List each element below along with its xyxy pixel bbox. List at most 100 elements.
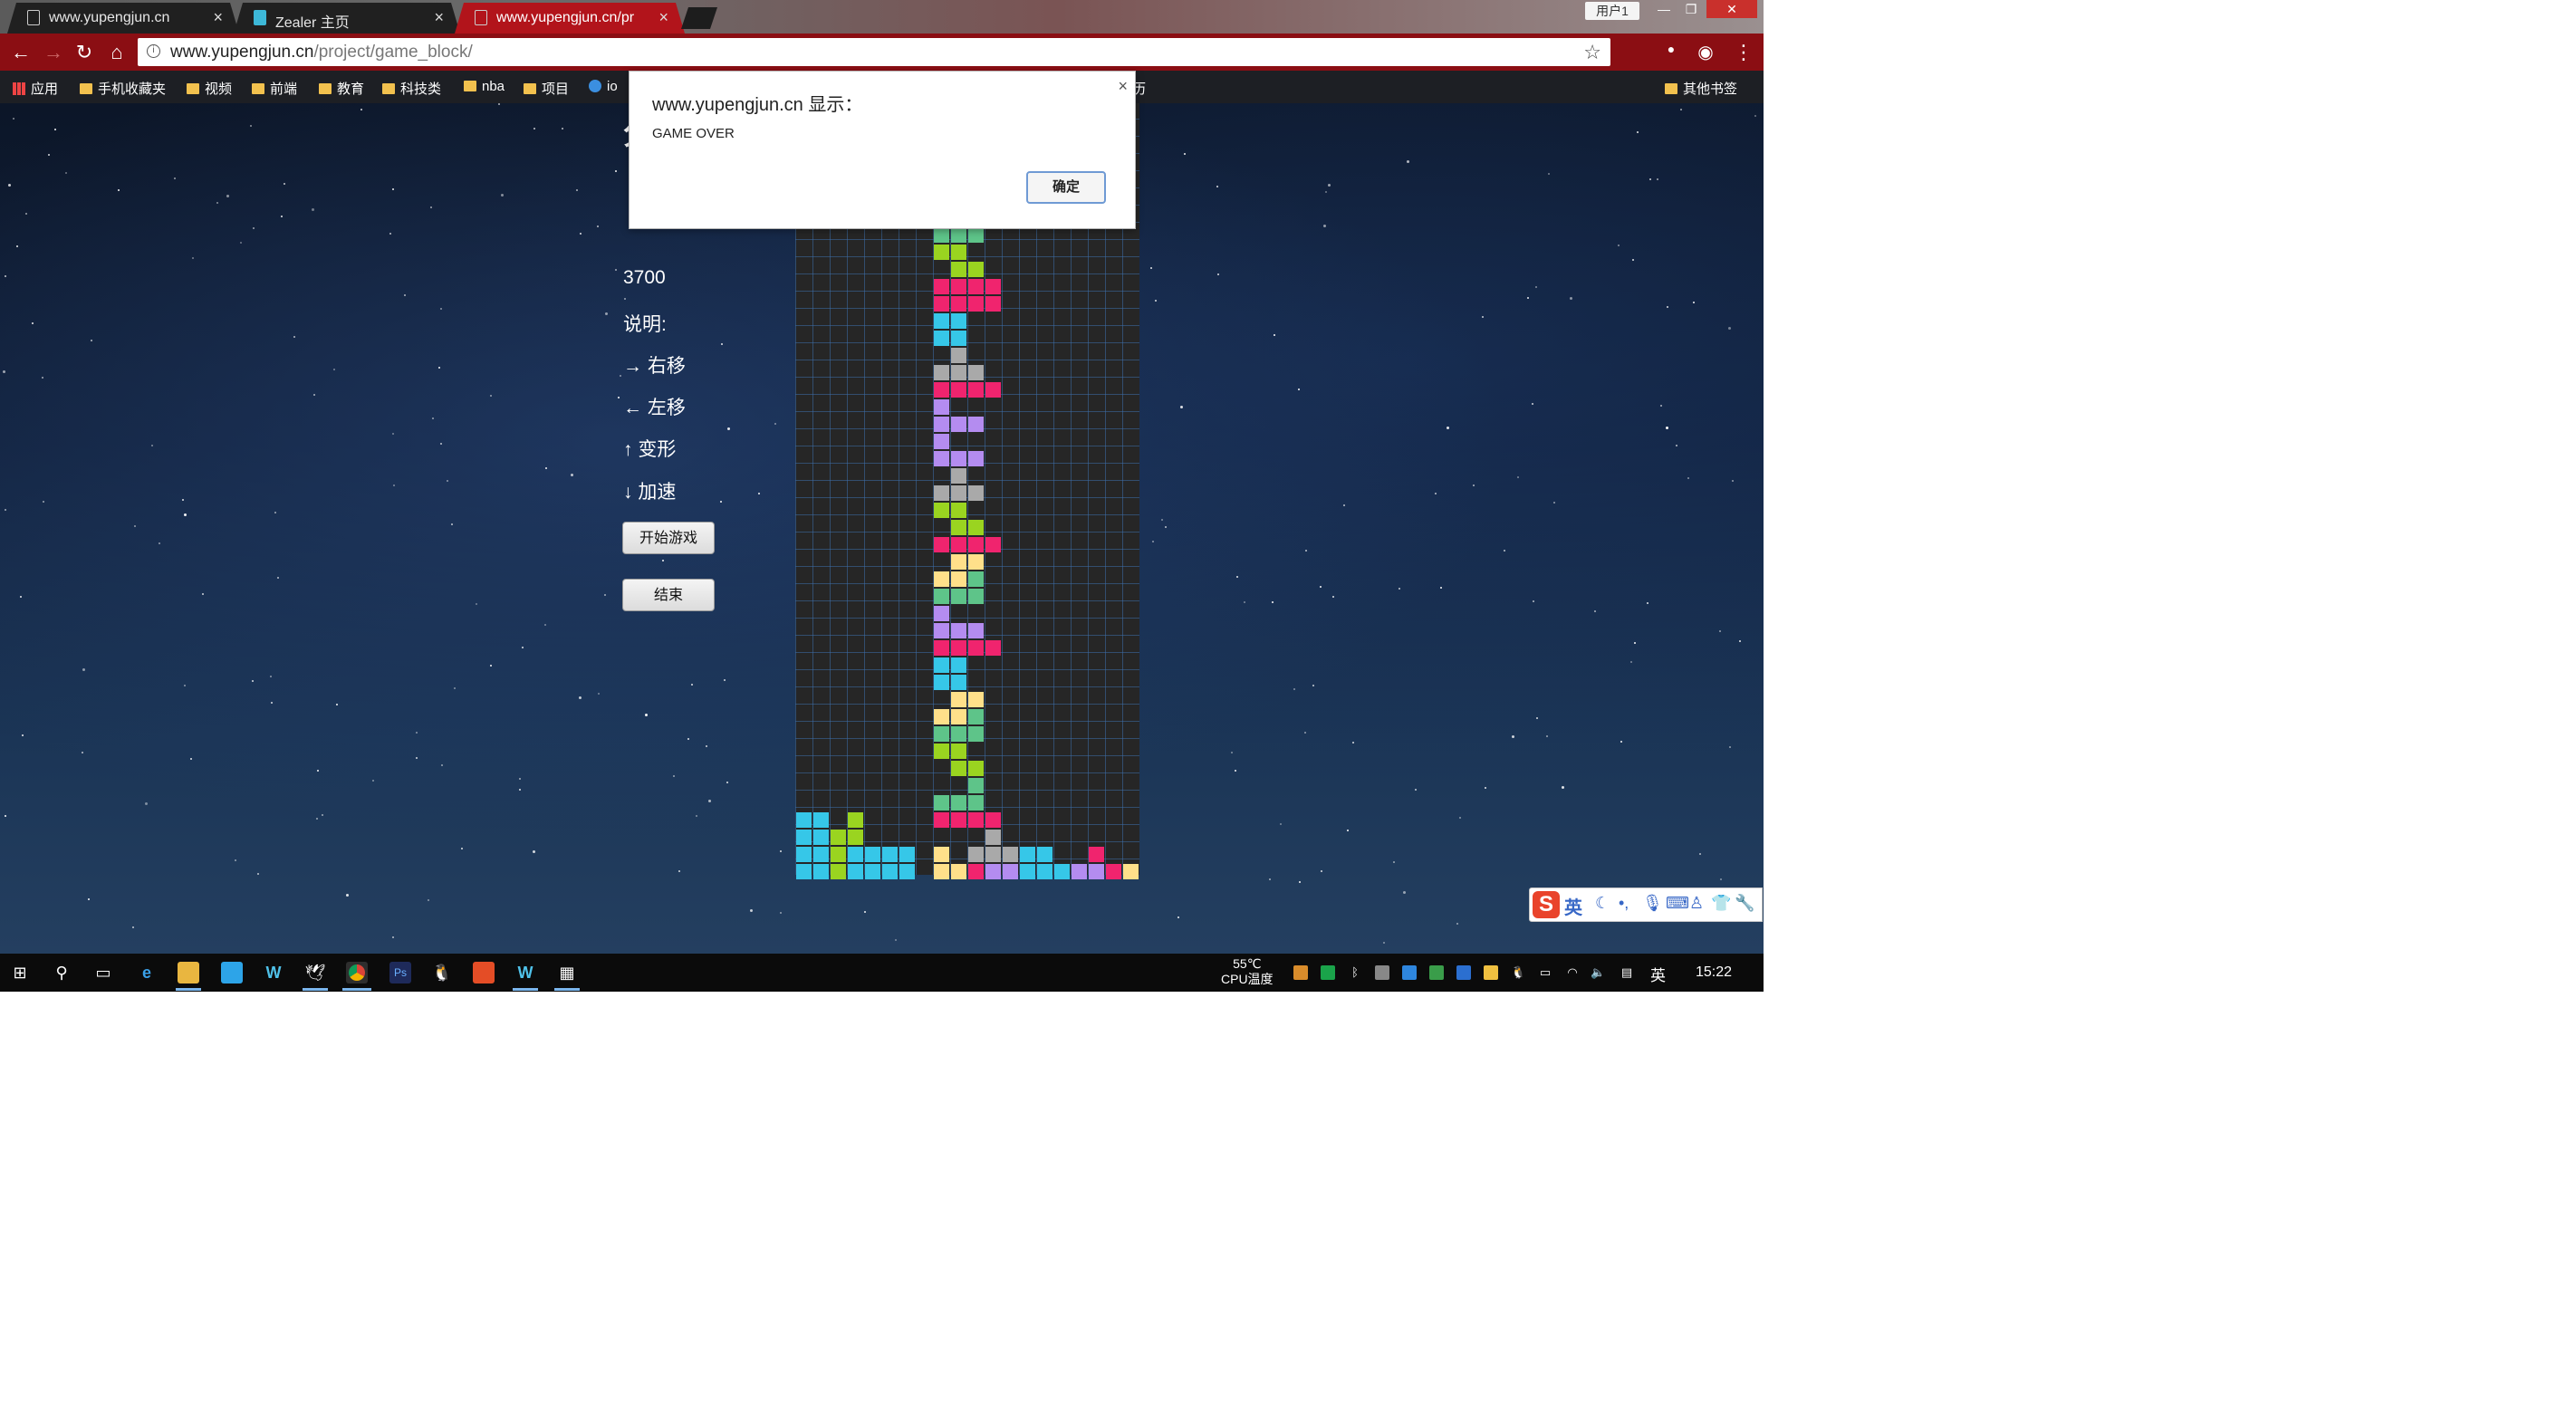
tetris-block: [968, 571, 984, 587]
end-game-button[interactable]: 结束: [622, 579, 715, 611]
home-icon[interactable]: ⌂: [105, 41, 129, 64]
edge-icon[interactable]: e: [136, 962, 158, 983]
bookmark-folder[interactable]: 项目: [524, 79, 569, 98]
ime-language[interactable]: 英: [1564, 893, 1582, 919]
skin-icon[interactable]: 👕: [1711, 894, 1731, 913]
tray-app-icon[interactable]: [1293, 965, 1308, 980]
tray-app-icon[interactable]: [1484, 965, 1498, 980]
tetris-block: [951, 623, 966, 638]
tab-game-block[interactable]: www.yupengjun.cn/pr ×: [455, 3, 685, 34]
notification-icon[interactable]: ▤: [1620, 965, 1634, 980]
extension-icon[interactable]: ●: [1659, 37, 1683, 61]
minimize-icon[interactable]: —: [1650, 0, 1677, 18]
bookmark-folder[interactable]: 视频: [187, 79, 232, 98]
ws-icon[interactable]: W: [514, 962, 536, 983]
star: [184, 513, 187, 516]
reload-icon[interactable]: ↻: [72, 41, 96, 64]
tetris-block: [934, 589, 949, 604]
photoshop-icon[interactable]: Ps: [389, 962, 411, 983]
bookmark-folder[interactable]: 科技类: [382, 79, 441, 98]
star: [1161, 519, 1163, 521]
tetris-block: [968, 537, 984, 552]
tetris-block: [951, 468, 966, 484]
star: [1269, 878, 1271, 880]
star: [1649, 178, 1651, 180]
tetris-block: [968, 279, 984, 294]
menu-icon[interactable]: ⋮: [1732, 41, 1755, 64]
search-icon[interactable]: ⚲: [51, 962, 72, 983]
ime-toolbar[interactable]: S 英 ☾ •, 🎙 ⌨ ♙ 👕 🔧: [1529, 888, 1763, 922]
bookmark-folder[interactable]: 手机收藏夹: [80, 79, 166, 98]
bookmark-folder[interactable]: 教育: [319, 79, 364, 98]
webstorm-icon[interactable]: W: [263, 962, 284, 983]
address-bar[interactable]: i www.yupengjun.cn/project/game_block/ ☆: [138, 38, 1610, 66]
star: [1440, 587, 1442, 589]
tab-close-icon[interactable]: ×: [213, 8, 223, 27]
bookmark-apps[interactable]: 应用: [13, 79, 58, 98]
store-icon[interactable]: [221, 962, 243, 983]
profile-button[interactable]: 用户1: [1585, 2, 1639, 20]
star: [598, 693, 600, 695]
url-text[interactable]: www.yupengjun.cn/project/game_block/: [170, 43, 473, 62]
forward-icon[interactable]: →: [42, 41, 65, 64]
bookmark-io[interactable]: io: [589, 79, 618, 94]
penguin-icon[interactable]: 🐧: [431, 962, 453, 983]
moon-icon[interactable]: ☾: [1595, 894, 1610, 913]
tray-app-icon[interactable]: [1429, 965, 1444, 980]
star: [281, 216, 283, 217]
dialog-ok-button[interactable]: 确定: [1026, 171, 1106, 204]
tetris-block: [968, 589, 984, 604]
bookmark-folder[interactable]: nba: [464, 79, 505, 94]
bookmark-other[interactable]: 其他书签: [1665, 79, 1737, 98]
keyboard-icon[interactable]: ⌨: [1666, 894, 1689, 913]
shield-icon[interactable]: ◉: [1694, 41, 1717, 64]
star: [1504, 550, 1505, 552]
star: [430, 206, 432, 208]
battery-icon[interactable]: ▭: [1538, 965, 1552, 980]
chrome-icon[interactable]: [346, 962, 368, 983]
taskbar-clock[interactable]: 15:22: [1696, 964, 1732, 981]
star: [82, 668, 85, 671]
punctuation-icon[interactable]: •,: [1619, 894, 1629, 913]
windows-taskbar: ⊞ ⚲ ▭ e W 🕊 Ps 🐧 W ▦ 55℃ CPU温度 ᛒ 🐧 ▭ ◠ 🔈 …: [0, 954, 1764, 992]
volume-icon[interactable]: 🔈: [1591, 965, 1605, 980]
task-view-icon[interactable]: ▭: [92, 962, 114, 983]
tray-app-icon[interactable]: [1456, 965, 1471, 980]
user-icon[interactable]: ♙: [1689, 894, 1704, 913]
star: [579, 696, 582, 699]
qq-icon[interactable]: 🐧: [1511, 965, 1525, 980]
tray-app-icon[interactable]: [1375, 965, 1389, 980]
windows-start-icon[interactable]: ⊞: [9, 962, 31, 983]
star: [313, 394, 315, 396]
html-editor-icon[interactable]: [473, 962, 495, 983]
file-explorer-icon[interactable]: [178, 962, 199, 983]
bookmark-star-icon[interactable]: ☆: [1583, 41, 1601, 64]
tab-close-icon[interactable]: ×: [658, 8, 668, 27]
wifi-icon[interactable]: ◠: [1565, 965, 1580, 980]
microphone-icon[interactable]: 🎙: [1642, 894, 1663, 913]
calculator-icon[interactable]: ▦: [556, 962, 578, 983]
star: [253, 227, 255, 229]
tray-app-icon[interactable]: [1402, 965, 1417, 980]
star: [159, 542, 160, 544]
tab-yupengjun[interactable]: www.yupengjun.cn ×: [7, 3, 239, 34]
tray-app-icon[interactable]: [1321, 965, 1335, 980]
restore-icon[interactable]: ❐: [1677, 0, 1705, 18]
tray-language[interactable]: 英: [1650, 963, 1666, 985]
tab-close-icon[interactable]: ×: [434, 8, 444, 27]
tab-zealer[interactable]: Zealer 主页 ×: [234, 3, 460, 34]
info-icon[interactable]: i: [147, 44, 160, 58]
start-game-button[interactable]: 开始游戏: [622, 522, 715, 554]
dialog-close-icon[interactable]: ×: [1118, 77, 1128, 96]
star: [1512, 735, 1514, 738]
bird-app-icon[interactable]: 🕊: [304, 962, 326, 983]
wrench-icon[interactable]: 🔧: [1735, 894, 1754, 913]
tetris-block: [831, 864, 846, 879]
new-tab-button[interactable]: [681, 7, 717, 29]
sogou-logo-icon[interactable]: S: [1533, 891, 1560, 918]
tetris-block: [865, 847, 880, 862]
bookmark-folder[interactable]: 前端: [252, 79, 297, 98]
back-icon[interactable]: ←: [9, 41, 33, 64]
bluetooth-icon[interactable]: ᛒ: [1348, 965, 1362, 980]
close-window-icon[interactable]: ✕: [1706, 0, 1757, 18]
